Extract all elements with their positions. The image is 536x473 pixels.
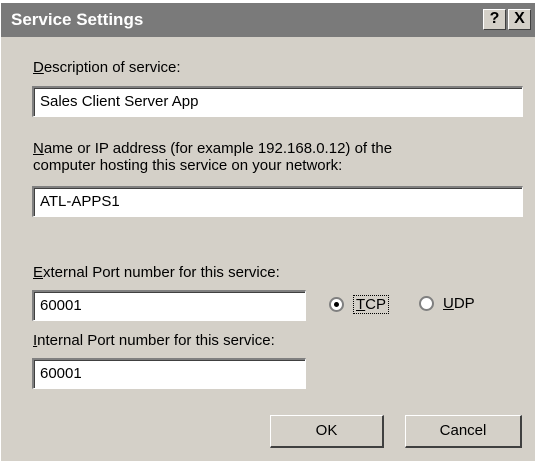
internal-port-label: Internal Port number for this service: xyxy=(33,332,275,349)
radio-selected-icon xyxy=(329,297,344,312)
cancel-button[interactable]: Cancel xyxy=(405,415,522,448)
dialog-body: Description of service: Sales Client Ser… xyxy=(1,37,535,461)
window-title: Service Settings xyxy=(11,10,144,29)
help-button[interactable]: ? xyxy=(483,9,506,30)
title-bar[interactable]: Service Settings ? X xyxy=(1,3,535,37)
udp-radio[interactable]: UDP xyxy=(419,295,475,312)
service-settings-dialog: Service Settings ? X Description of serv… xyxy=(0,0,536,473)
internal-port-input[interactable]: 60001 xyxy=(32,358,306,389)
udp-radio-label: UDP xyxy=(443,295,475,312)
close-button[interactable]: X xyxy=(508,9,531,30)
window-bottom-edge xyxy=(0,461,536,473)
ok-button[interactable]: OK xyxy=(270,415,384,448)
host-input[interactable]: ATL-APPS1 xyxy=(32,186,523,217)
external-port-input[interactable]: 60001 xyxy=(32,290,306,321)
external-port-label: External Port number for this service: xyxy=(33,264,280,281)
tcp-radio[interactable]: TCP xyxy=(329,295,390,314)
close-icon: X xyxy=(514,10,525,27)
description-input[interactable]: Sales Client Server App xyxy=(32,86,523,117)
tcp-radio-label: TCP xyxy=(353,295,390,314)
help-icon: ? xyxy=(489,10,500,27)
host-label: Name or IP address (for example 192.168.… xyxy=(33,140,393,174)
description-label: Description of service: xyxy=(33,59,181,76)
radio-unselected-icon xyxy=(419,296,434,311)
